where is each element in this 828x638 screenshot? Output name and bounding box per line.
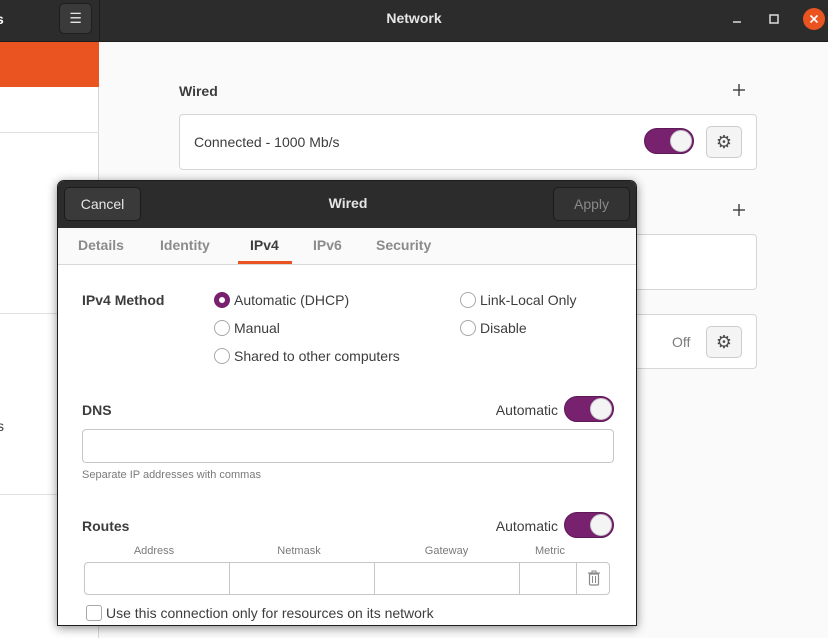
add-vpn-button[interactable] xyxy=(732,201,746,221)
dns-input[interactable] xyxy=(82,429,614,463)
toggle-knob xyxy=(590,398,612,420)
sidebar-item-network[interactable] xyxy=(0,42,99,87)
gear-icon: ⚙ xyxy=(715,332,733,352)
close-icon xyxy=(809,14,819,24)
wired-settings-button[interactable]: ⚙ xyxy=(706,126,742,158)
radio-button xyxy=(214,348,230,364)
route-metric-input[interactable] xyxy=(520,563,577,594)
dns-automatic-toggle[interactable] xyxy=(564,396,614,422)
window-title: Network xyxy=(386,10,442,26)
tab-ipv4[interactable]: IPv4 xyxy=(250,237,279,253)
sidebar-divider xyxy=(0,132,99,133)
routes-col-netmask: Netmask xyxy=(277,545,321,557)
routes-automatic-label: Automatic xyxy=(495,518,558,534)
toggle-knob xyxy=(590,514,612,536)
minimize-icon xyxy=(733,21,741,23)
add-wired-button[interactable] xyxy=(732,81,746,101)
wired-toggle[interactable] xyxy=(644,128,694,154)
radio-button xyxy=(214,292,230,308)
checkbox-box xyxy=(86,605,102,621)
apply-button[interactable]: Apply xyxy=(553,187,630,221)
dns-label: DNS xyxy=(82,402,112,418)
maximize-icon xyxy=(769,14,779,24)
wired-section-label: Wired xyxy=(179,83,218,99)
sidebar-title: s xyxy=(0,11,4,27)
route-gateway-input[interactable] xyxy=(375,563,520,594)
dialog-title: Wired xyxy=(328,195,368,211)
plus-icon xyxy=(733,84,745,96)
dialog-tabs: Details Identity IPv4 IPv6 Security xyxy=(58,228,636,265)
dns-hint: Separate IP addresses with commas xyxy=(82,469,261,481)
maximize-button[interactable] xyxy=(763,8,785,30)
radio-label: Disable xyxy=(480,320,527,336)
routes-col-gateway: Gateway xyxy=(424,545,469,557)
route-address-input[interactable] xyxy=(85,563,230,594)
radio-button xyxy=(214,320,230,336)
radio-button xyxy=(460,320,476,336)
tab-details[interactable]: Details xyxy=(78,237,124,253)
dialog-header: Cancel Wired Apply xyxy=(58,181,636,228)
wired-connection-row: Connected - 1000 Mb/s ⚙ xyxy=(179,114,757,170)
sidebar-item-label[interactable]: s xyxy=(0,418,4,434)
routes-label: Routes xyxy=(82,518,130,534)
routes-col-metric: Metric xyxy=(535,545,565,557)
tab-ipv6[interactable]: IPv6 xyxy=(313,237,342,253)
active-tab-indicator xyxy=(238,261,292,264)
gear-icon: ⚙ xyxy=(715,132,733,152)
close-button[interactable] xyxy=(803,8,825,30)
proxy-settings-button[interactable]: ⚙ xyxy=(706,326,742,358)
wired-settings-dialog: Cancel Wired Apply Details Identity IPv4… xyxy=(57,180,637,626)
menu-button[interactable]: ☰ xyxy=(59,3,92,34)
route-row xyxy=(84,562,610,595)
proxy-status: Off xyxy=(672,334,691,350)
dns-automatic-label: Automatic xyxy=(495,402,558,418)
radio-label: Shared to other computers xyxy=(234,348,400,364)
route-netmask-input[interactable] xyxy=(230,563,375,594)
ipv4-method-label: IPv4 Method xyxy=(82,292,165,308)
toggle-knob xyxy=(670,130,692,152)
tab-identity[interactable]: Identity xyxy=(160,237,210,253)
connection-status: Connected - 1000 Mb/s xyxy=(194,134,340,150)
minimize-button[interactable] xyxy=(726,8,748,30)
tab-security[interactable]: Security xyxy=(376,237,431,253)
trash-icon[interactable] xyxy=(587,570,601,586)
routes-col-address: Address xyxy=(133,545,175,557)
radio-label: Automatic (DHCP) xyxy=(234,292,350,308)
radio-label: Link-Local Only xyxy=(480,292,577,308)
checkbox-label: Use this connection only for resources o… xyxy=(106,605,434,621)
routes-automatic-toggle[interactable] xyxy=(564,512,614,538)
radio-button xyxy=(460,292,476,308)
cancel-button[interactable]: Cancel xyxy=(64,187,141,221)
header-bar: s ☰ Network xyxy=(0,0,828,42)
hamburger-icon: ☰ xyxy=(69,10,82,26)
radio-label: Manual xyxy=(234,320,280,336)
plus-icon xyxy=(733,204,745,216)
